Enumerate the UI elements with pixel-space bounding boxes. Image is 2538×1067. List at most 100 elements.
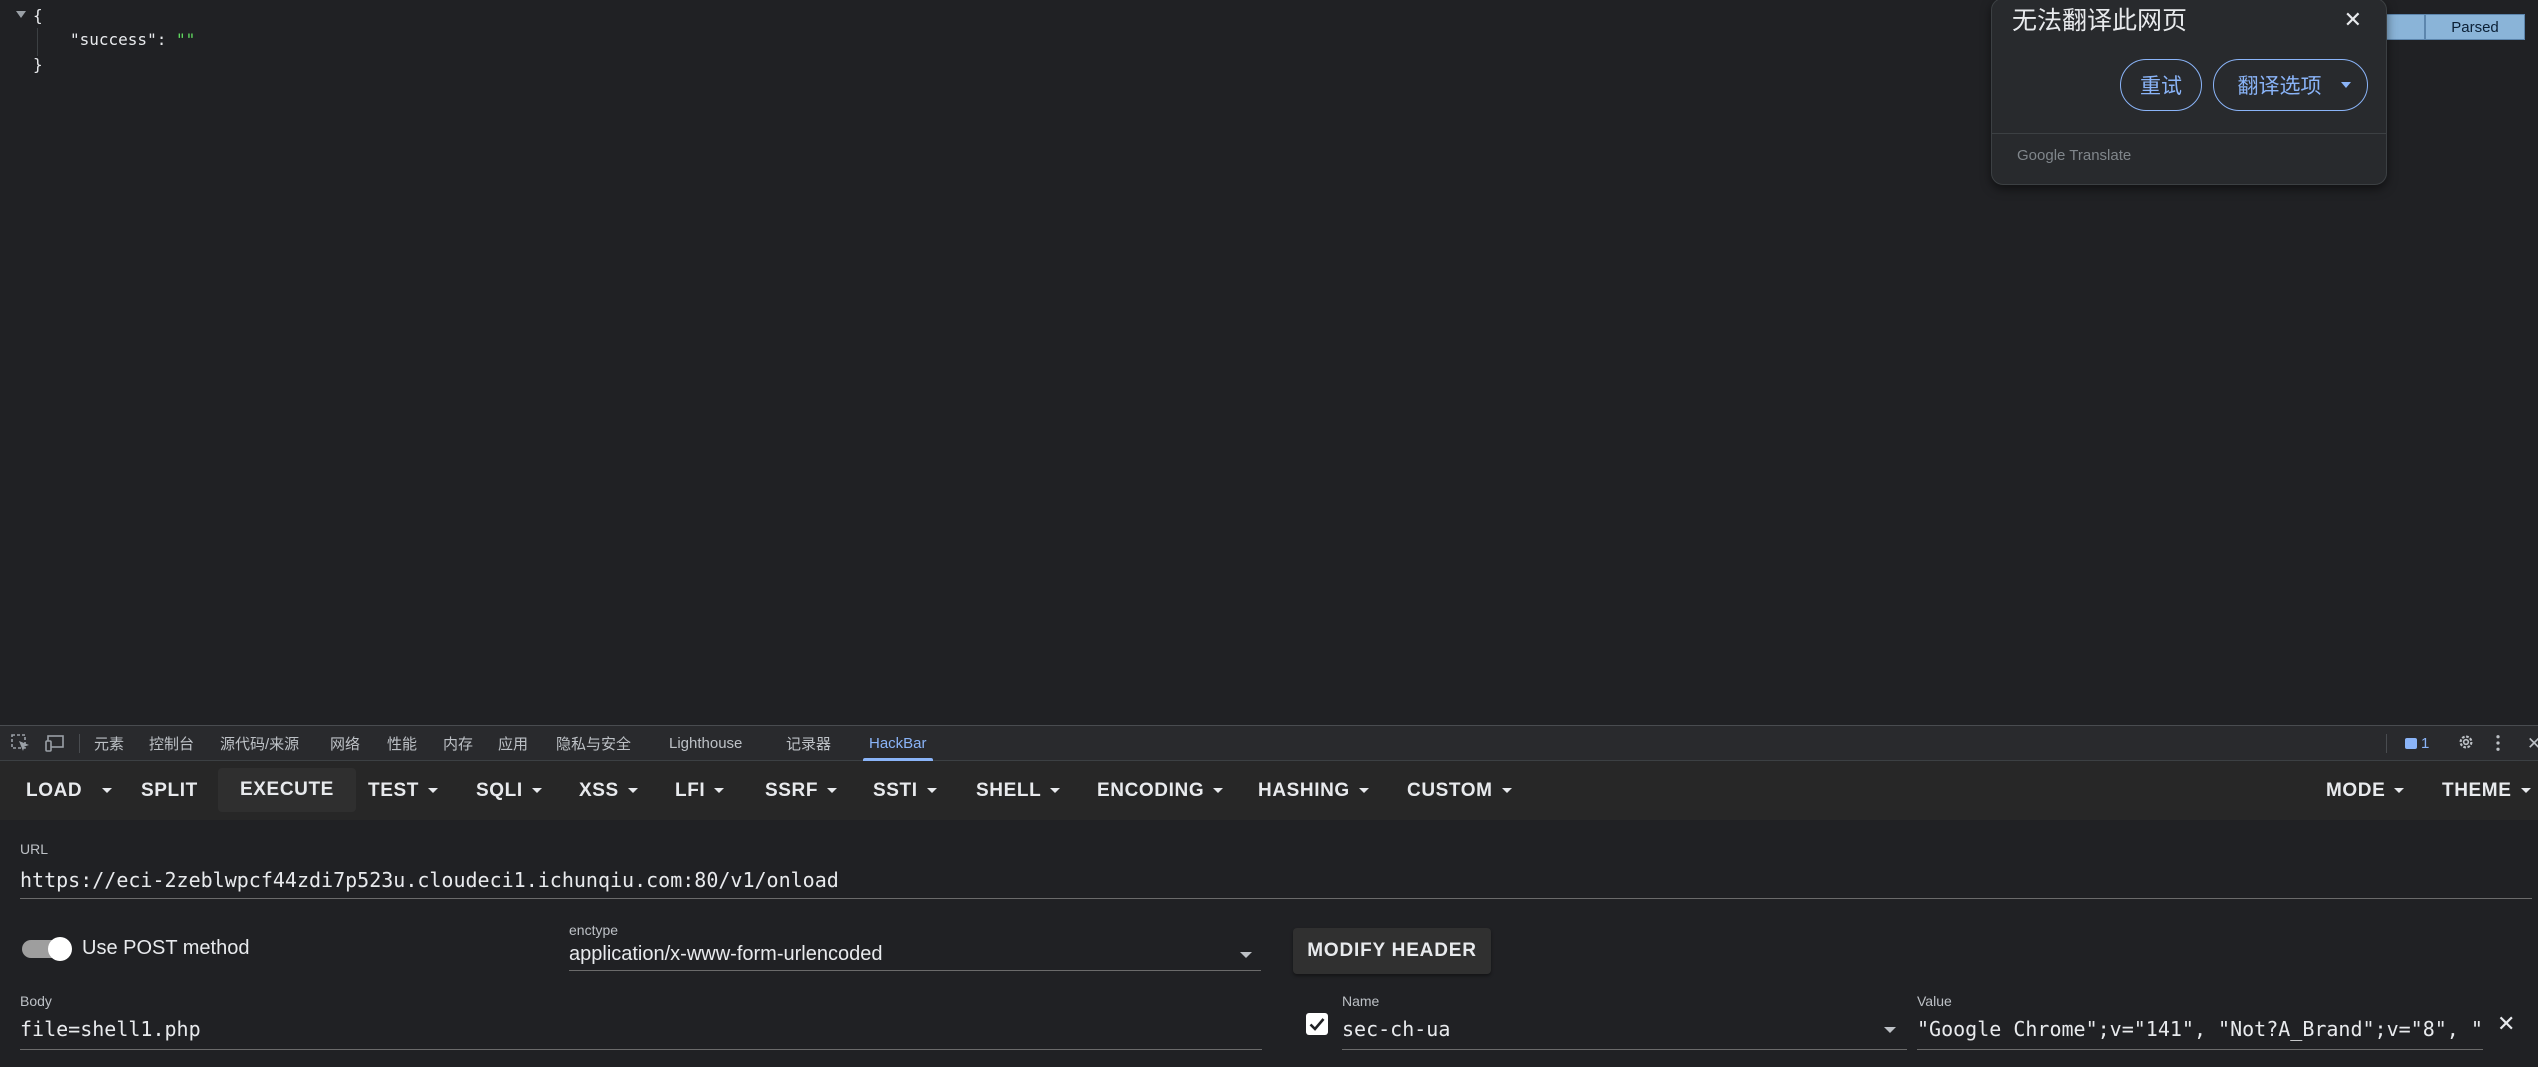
lfi-menu-label: LFI bbox=[675, 779, 706, 801]
tab-performance[interactable]: 性能 bbox=[387, 726, 417, 761]
chevron-down-icon bbox=[1501, 788, 1512, 793]
chevron-down-icon bbox=[714, 788, 725, 793]
tab-sources[interactable]: 源代码/来源 bbox=[220, 726, 299, 761]
hackbar-toolbar: LOAD SPLIT EXECUTE TEST SQLI XSS LFI SSR… bbox=[0, 761, 2538, 820]
tab-privacy-security[interactable]: 隐私与安全 bbox=[556, 726, 631, 761]
test-menu-label: TEST bbox=[368, 779, 419, 801]
xss-menu-label: XSS bbox=[579, 779, 619, 801]
tab-recorder[interactable]: 记录器 bbox=[786, 726, 831, 761]
tab-hackbar[interactable]: HackBar bbox=[863, 726, 933, 761]
toolbar-separator bbox=[79, 734, 80, 753]
chevron-down-icon bbox=[1358, 788, 1369, 793]
close-icon[interactable]: ✕ bbox=[2344, 7, 2362, 33]
ssti-menu-label: SSTI bbox=[873, 779, 918, 801]
mode-menu-label: MODE bbox=[2326, 779, 2386, 801]
chevron-down-icon bbox=[2394, 788, 2405, 793]
chevron-down-icon bbox=[1213, 788, 1224, 793]
devtools-tab-bar: 元素 控制台 源代码/来源 网络 性能 内存 应用 隐私与安全 Lighthou… bbox=[0, 725, 2538, 761]
chevron-down-icon bbox=[1050, 788, 1061, 793]
close-devtools-icon[interactable]: ✕ bbox=[2527, 726, 2538, 761]
hashing-menu-label: HASHING bbox=[1258, 779, 1350, 801]
tab-memory[interactable]: 内存 bbox=[443, 726, 473, 761]
custom-menu[interactable]: CUSTOM bbox=[1407, 761, 1512, 820]
more-options-icon[interactable] bbox=[2494, 734, 2502, 752]
inspect-element-icon[interactable] bbox=[11, 734, 31, 752]
header-value-input[interactable]: "Google Chrome";v="141", "Not?A_Brand";v… bbox=[1917, 1017, 2483, 1041]
header-name-select[interactable]: sec-ch-ua bbox=[1342, 1017, 1862, 1041]
translate-options-button[interactable]: 翻译选项 bbox=[2213, 59, 2368, 111]
header-name-label: Name bbox=[1342, 993, 1380, 1009]
issues-icon bbox=[2405, 738, 2417, 749]
post-method-label: Use POST method bbox=[82, 937, 250, 959]
translate-title: 无法翻译此网页 bbox=[2012, 7, 2188, 35]
header-enabled-checkbox[interactable] bbox=[1306, 1013, 1328, 1035]
translate-options-label: 翻译选项 bbox=[2237, 75, 2322, 98]
post-method-toggle[interactable] bbox=[22, 937, 72, 961]
mode-menu[interactable]: MODE bbox=[2326, 761, 2405, 820]
body-label: Body bbox=[20, 993, 52, 1009]
encoding-menu-label: ENCODING bbox=[1097, 779, 1205, 801]
enctype-select[interactable]: application/x-www-form-urlencoded bbox=[569, 943, 882, 966]
modify-header-button[interactable]: MODIFY HEADER bbox=[1293, 928, 1491, 974]
device-toolbar-icon[interactable] bbox=[45, 734, 65, 752]
settings-gear-icon[interactable] bbox=[2456, 733, 2476, 751]
sqli-menu[interactable]: SQLI bbox=[476, 761, 542, 820]
toggle-knob bbox=[48, 937, 72, 961]
body-underline bbox=[20, 1049, 1262, 1050]
chevron-down-icon bbox=[926, 788, 937, 793]
ssti-menu[interactable]: SSTI bbox=[873, 761, 937, 820]
chevron-down-icon bbox=[2520, 788, 2531, 793]
tab-console[interactable]: 控制台 bbox=[149, 726, 194, 761]
retry-button[interactable]: 重试 bbox=[2120, 59, 2202, 111]
raw-tab[interactable] bbox=[2386, 14, 2425, 40]
json-indent-guide bbox=[37, 28, 38, 56]
json-open-brace: { bbox=[33, 6, 43, 25]
tab-elements[interactable]: 元素 bbox=[94, 726, 124, 761]
google-translate-brand: Google Translate bbox=[2017, 147, 2132, 164]
hashing-menu[interactable]: HASHING bbox=[1258, 761, 1369, 820]
theme-menu-label: THEME bbox=[2442, 779, 2512, 801]
json-key: "success" bbox=[70, 30, 157, 49]
viewer-mode-tabs: Parsed bbox=[2386, 14, 2525, 40]
lfi-menu[interactable]: LFI bbox=[675, 761, 725, 820]
collapse-caret-icon[interactable] bbox=[16, 11, 26, 18]
toolbar-separator bbox=[2386, 734, 2387, 753]
header-value-label: Value bbox=[1917, 993, 1952, 1009]
shell-menu[interactable]: SHELL bbox=[976, 761, 1061, 820]
enctype-dropdown-icon[interactable] bbox=[1240, 952, 1252, 958]
tab-network[interactable]: 网络 bbox=[330, 726, 360, 761]
sqli-menu-label: SQLI bbox=[476, 779, 523, 801]
theme-menu[interactable]: THEME bbox=[2442, 761, 2531, 820]
popup-divider bbox=[1992, 133, 2386, 134]
ssrf-menu-label: SSRF bbox=[765, 779, 819, 801]
xss-menu[interactable]: XSS bbox=[579, 761, 638, 820]
test-menu[interactable]: TEST bbox=[368, 761, 438, 820]
checkmark-icon bbox=[1309, 1018, 1325, 1031]
ssrf-menu[interactable]: SSRF bbox=[765, 761, 838, 820]
header-name-underline bbox=[1342, 1049, 1907, 1050]
url-input[interactable]: https://eci-2zeblwpcf44zdi7p523u.cloudec… bbox=[20, 868, 2520, 892]
load-button[interactable]: LOAD bbox=[26, 761, 82, 820]
issues-counter[interactable]: 1 bbox=[2405, 726, 2429, 761]
parsed-tab[interactable]: Parsed bbox=[2425, 14, 2525, 40]
chevron-down-icon bbox=[427, 788, 438, 793]
encoding-menu[interactable]: ENCODING bbox=[1097, 761, 1224, 820]
tab-application[interactable]: 应用 bbox=[498, 726, 528, 761]
enctype-underline bbox=[569, 970, 1261, 971]
remove-header-icon[interactable]: ✕ bbox=[2497, 1011, 2515, 1037]
load-dropdown-button[interactable] bbox=[102, 761, 112, 820]
chevron-down-icon bbox=[102, 788, 112, 793]
split-button[interactable]: SPLIT bbox=[141, 761, 198, 820]
tab-lighthouse[interactable]: Lighthouse bbox=[669, 726, 742, 761]
execute-button[interactable]: EXECUTE bbox=[218, 768, 356, 812]
json-value: "" bbox=[175, 30, 196, 49]
dropdown-arrow-icon bbox=[2341, 82, 2351, 88]
body-input[interactable]: file=shell1.php bbox=[20, 1017, 1260, 1041]
url-label: URL bbox=[20, 841, 49, 857]
issues-count: 1 bbox=[2421, 735, 2430, 752]
enctype-label: enctype bbox=[569, 922, 619, 938]
header-name-dropdown-icon[interactable] bbox=[1884, 1027, 1896, 1033]
url-underline bbox=[20, 898, 2532, 899]
header-value-underline bbox=[1917, 1049, 2483, 1050]
translate-popup: 无法翻译此网页 ✕ 重试 翻译选项 Google Translate bbox=[1991, 0, 2387, 185]
